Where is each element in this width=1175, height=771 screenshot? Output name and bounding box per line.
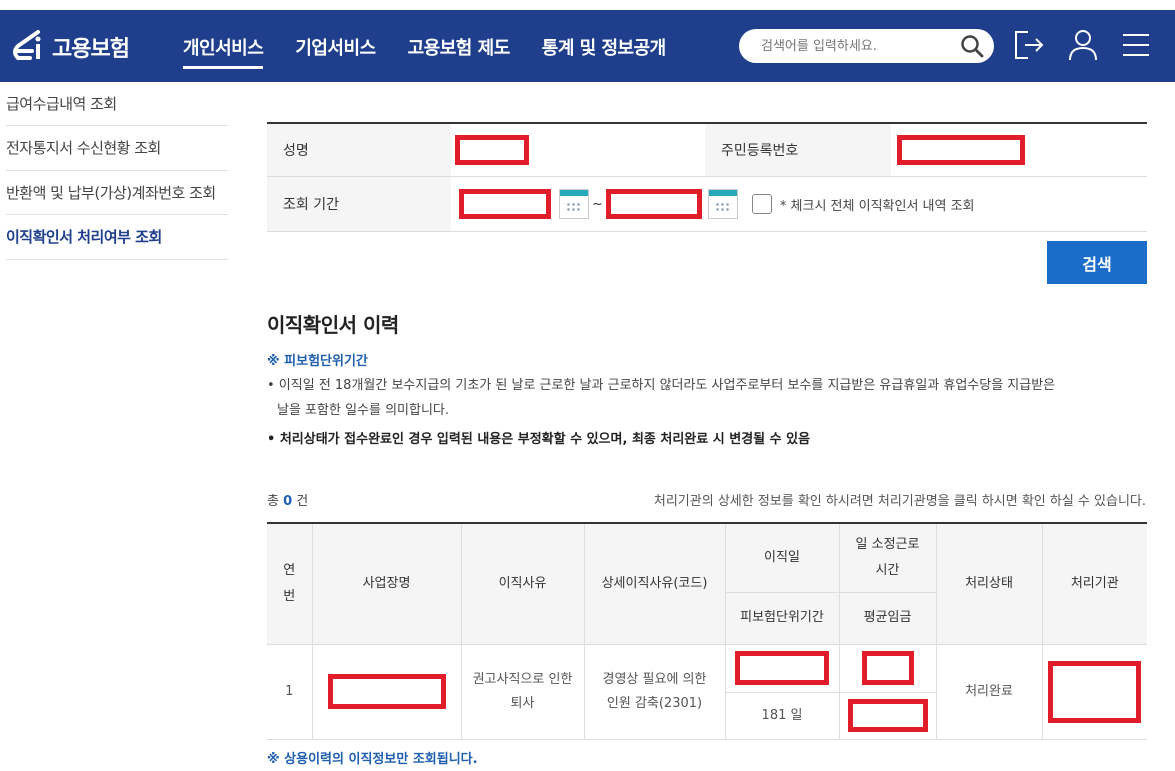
col-header-company: 사업장명 <box>311 522 462 645</box>
col-header-work-hours: 일 소정근로 시간 <box>838 522 937 593</box>
cell-work-hours <box>838 643 937 693</box>
period-value-cell: ~ * 체크시 전체 이직확인서 내역 조회 <box>451 177 975 231</box>
end-date-input[interactable] <box>605 189 702 219</box>
menu-icon[interactable] <box>1120 28 1152 62</box>
nav-statistics[interactable]: 통계 및 정보공개 <box>542 34 666 69</box>
cell-leave-date <box>724 643 840 693</box>
calendar-icon[interactable] <box>707 189 738 219</box>
col-header-status: 처리상태 <box>935 522 1043 645</box>
nav-business-services[interactable]: 기업서비스 <box>295 34 376 69</box>
form-row-identity: 성명 주민등록번호 <box>267 124 1147 177</box>
search-input[interactable] <box>761 38 951 54</box>
cell-avg-wage <box>838 691 936 740</box>
sidebar-item-separation-status[interactable]: 이직확인서 처리여부 조회 <box>6 215 228 260</box>
col-header-insured-period: 피보험단위기간 <box>725 591 840 645</box>
name-value-cell <box>451 124 705 176</box>
user-icon[interactable] <box>1067 28 1099 62</box>
count-prefix: 총 <box>267 494 279 509</box>
all-history-checkbox[interactable] <box>751 194 772 214</box>
sidebar-item-e-notice-status[interactable]: 전자통지서 수신현황 조회 <box>6 126 228 171</box>
name-label: 성명 <box>267 124 451 176</box>
nav-insurance-system[interactable]: 고용보험 제도 <box>408 34 511 69</box>
redacted-agency-link[interactable] <box>1048 660 1142 723</box>
result-count: 총 0 건 <box>267 490 308 509</box>
redacted-rrn <box>897 135 1025 165</box>
note-bullet-2: • 처리상태가 접수완료인 경우 입력된 내용은 부정확할 수 있으며, 최종 … <box>267 432 811 447</box>
col-header-no: 연번 <box>267 522 313 645</box>
sidebar-item-refund-account[interactable]: 반환액 및 납부(가상)계좌번호 조회 <box>6 171 228 215</box>
rrn-value-cell <box>891 124 1025 176</box>
cell-company <box>311 643 462 740</box>
sidebar-item-benefit-history[interactable]: 급여수급내역 조회 <box>6 82 228 126</box>
search-form: 성명 주민등록번호 조회 기간 ~ * 체크시 전체 이직확인서 내역 조회 <box>267 122 1147 232</box>
col-header-avg-wage: 평균임금 <box>838 591 936 645</box>
cell-agency[interactable] <box>1041 643 1147 740</box>
note-bullet-1-cont: 날을 포함한 일수를 의미합니다. <box>277 403 450 418</box>
col-header-leave-date: 이직일 <box>724 522 840 593</box>
search-icon[interactable] <box>960 34 984 58</box>
redacted-name <box>455 135 529 165</box>
logout-icon[interactable] <box>1013 28 1045 62</box>
main-nav: 개인서비스 기업서비스 고용보험 제도 통계 및 정보공개 <box>183 34 666 69</box>
cell-no: 1 <box>267 643 313 740</box>
footer-note: ※ 상용이력의 이직정보만 조회됩니다. <box>267 752 478 767</box>
agency-hint: 처리기관의 상세한 정보를 확인 하시려면 처리기관명을 클릭 하시면 확인 하… <box>653 494 1146 509</box>
note-bullet-1: • 이직일 전 18개월간 보수지급의 기초가 된 날로 근로한 날과 근로하지… <box>267 378 1056 393</box>
form-row-period: 조회 기간 ~ * 체크시 전체 이직확인서 내역 조회 <box>267 177 1147 232</box>
search-box <box>739 29 994 63</box>
cell-reason: 권고사직으로 인한 퇴사 <box>460 643 585 740</box>
col-header-reason: 이직사유 <box>460 522 585 645</box>
cell-detail-reason: 경영상 필요에 의한 인원 감축(2301) <box>583 643 726 740</box>
count-suffix: 건 <box>296 494 309 509</box>
nav-personal-services[interactable]: 개인서비스 <box>183 34 264 69</box>
search-button[interactable]: 검색 <box>1047 241 1147 284</box>
section-title: 이직확인서 이력 <box>267 313 399 337</box>
site-logo[interactable]: 고용보험 <box>8 28 130 66</box>
cell-insured-period: 181 일 <box>725 691 840 740</box>
col-header-agency: 처리기관 <box>1041 522 1147 645</box>
checkbox-label: * 체크시 전체 이직확인서 내역 조회 <box>779 198 975 214</box>
start-date-input[interactable] <box>459 189 551 219</box>
col-header-detail-reason: 상세이직사유(코드) <box>583 522 726 645</box>
table-row: 1 권고사직으로 인한 퇴사 경영상 필요에 의한 인원 감축(2301) 처리… <box>267 643 1147 740</box>
sidebar: 급여수급내역 조회 전자통지서 수신현황 조회 반환액 및 납부(가상)계좌번호… <box>6 82 228 260</box>
insured-period-note-head: ※ 피보험단위기간 <box>267 354 368 369</box>
count-value: 0 <box>283 494 293 509</box>
redacted-work-hours <box>861 651 914 685</box>
cell-status: 처리완료 <box>935 643 1043 740</box>
redacted-leave-date <box>735 651 829 685</box>
calendar-icon[interactable] <box>559 189 589 219</box>
rrn-label: 주민등록번호 <box>705 124 891 176</box>
period-tilde: ~ <box>592 196 603 212</box>
separation-history-table: 연번 사업장명 이직사유 상세이직사유(코드) 이직일 일 소정근로 시간 처리… <box>267 522 1147 740</box>
redacted-avg-wage <box>847 699 928 732</box>
redacted-company <box>327 674 446 709</box>
logo-text: 고용보험 <box>52 37 130 62</box>
logo-icon <box>13 30 41 60</box>
top-header: 고용보험 개인서비스 기업서비스 고용보험 제도 통계 및 정보공개 <box>0 10 1175 82</box>
period-label: 조회 기간 <box>267 177 451 231</box>
